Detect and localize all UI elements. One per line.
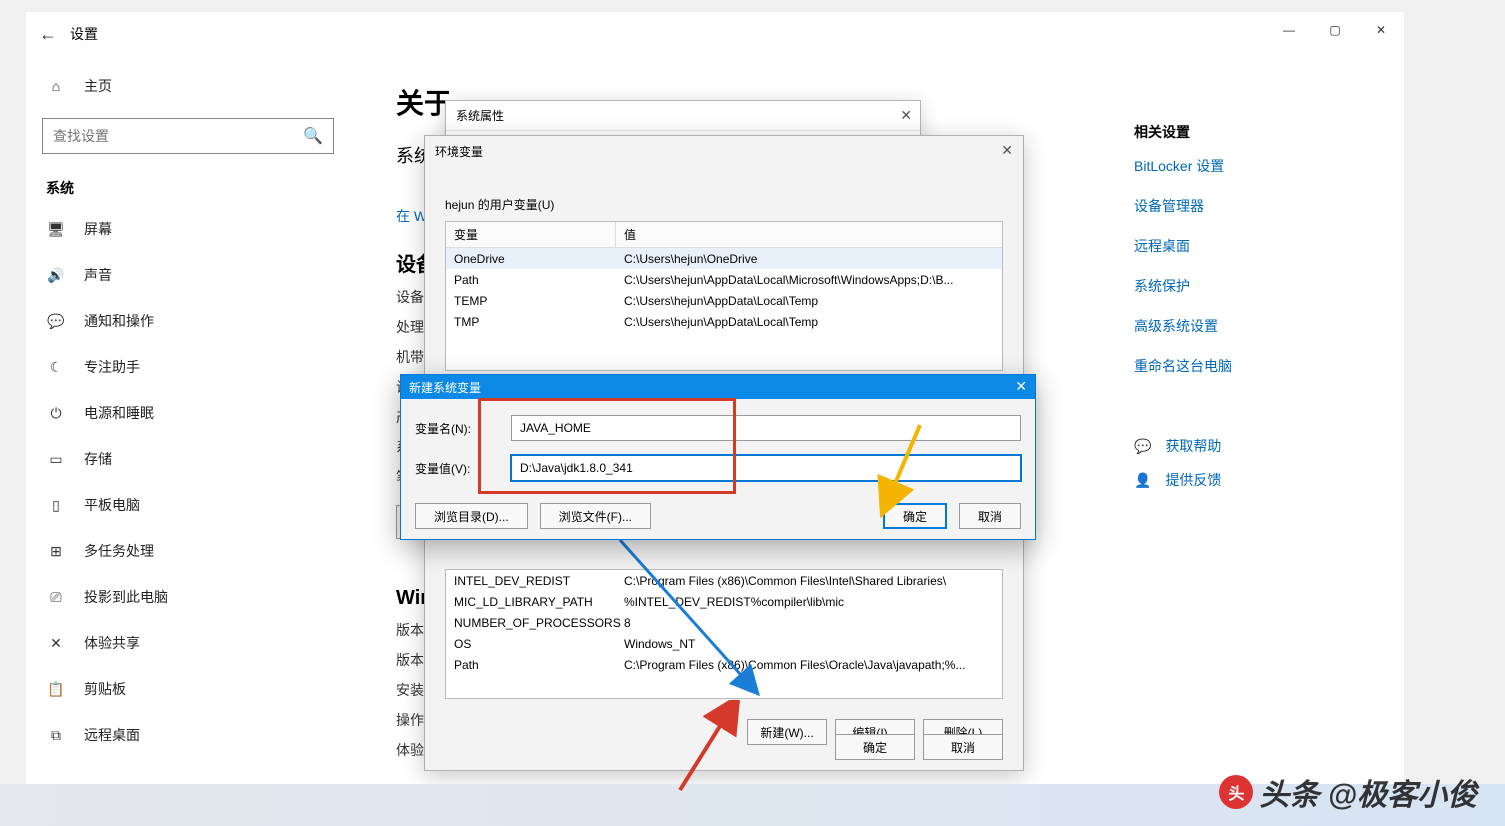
- nav-label: 屏幕: [84, 219, 112, 239]
- minimize-button[interactable]: —: [1266, 12, 1312, 48]
- window-title: 设置: [70, 24, 98, 44]
- watermark: 头 头条 @极客小俊: [1219, 770, 1477, 814]
- nav-label: 投影到此电脑: [84, 587, 168, 607]
- envvars-title: 环境变量: [425, 136, 1023, 166]
- tablet-icon: ▯: [46, 497, 66, 514]
- var-name-label: 变量名(N):: [415, 420, 511, 437]
- sidebar: ⌂ 主页 🔍 系统 🖥 屏幕 🔊 声音 💬 通知和操作 ☾ 专注助手 ⏻ 电源和睡眠 ▭ 存储 ▯ 平板电…: [26, 56, 350, 768]
- feedback-link[interactable]: 👤提供反馈: [1134, 470, 1364, 490]
- table-header: 变量 值: [446, 222, 1002, 248]
- help-icon: 💬: [1134, 438, 1151, 455]
- get-help-link[interactable]: 💬获取帮助: [1134, 436, 1364, 456]
- nav-label: 远程桌面: [84, 725, 140, 745]
- sysprops-title: 系统属性: [446, 101, 920, 131]
- sysprops-close[interactable]: ✕: [900, 107, 912, 124]
- nav-label: 多任务处理: [84, 541, 154, 561]
- nav-label: 平板电脑: [84, 495, 140, 515]
- related-link[interactable]: BitLocker 设置: [1134, 156, 1364, 176]
- watermark-logo: 头: [1219, 775, 1253, 809]
- newvar-ok-button[interactable]: 确定: [883, 503, 947, 529]
- var-name-input[interactable]: [511, 415, 1021, 441]
- related-panel: 相关设置 BitLocker 设置设备管理器远程桌面系统保护高级系统设置重命名这…: [1134, 122, 1364, 504]
- nav-label: 存储: [84, 449, 112, 469]
- moon-icon: ☾: [46, 359, 66, 376]
- nav-item-tablet[interactable]: ▯ 平板电脑: [26, 482, 350, 528]
- nav-label: 通知和操作: [84, 311, 154, 331]
- monitor-icon: 🖥: [46, 221, 66, 238]
- storage-icon: ▭: [46, 451, 66, 468]
- multitask-icon: ⊞: [46, 543, 66, 560]
- envvars-cancel[interactable]: 取消: [923, 734, 1003, 760]
- user-vars-table[interactable]: 变量 值 OneDriveC:\Users\hejun\OneDrivePath…: [445, 221, 1003, 371]
- project-icon: ⎚: [46, 589, 66, 606]
- new-variable-dialog: 新建系统变量 ✕ 变量名(N): 变量值(V): 浏览目录(D)... 浏览文件…: [400, 374, 1036, 540]
- user-vars-label: hejun 的用户变量(U): [425, 166, 1023, 219]
- envvars-close[interactable]: ✕: [1001, 142, 1013, 159]
- nav-item-sound[interactable]: 🔊 声音: [26, 252, 350, 298]
- remote-icon: ⧉: [46, 727, 66, 744]
- table-row[interactable]: OneDriveC:\Users\hejun\OneDrive: [446, 248, 1002, 269]
- var-value-label: 变量值(V):: [415, 460, 511, 477]
- power-icon: ⏻: [46, 405, 66, 422]
- table-row[interactable]: PathC:\Users\hejun\AppData\Local\Microso…: [446, 269, 1002, 290]
- nav-label: 声音: [84, 265, 112, 285]
- related-link[interactable]: 设备管理器: [1134, 196, 1364, 216]
- nav-item-project[interactable]: ⎚ 投影到此电脑: [26, 574, 350, 620]
- table-row[interactable]: PathC:\Program Files (x86)\Common Files\…: [446, 654, 1002, 675]
- browse-dir-button[interactable]: 浏览目录(D)...: [415, 503, 528, 529]
- search-input[interactable]: [53, 128, 303, 144]
- newvar-cancel-button[interactable]: 取消: [959, 503, 1021, 529]
- nav-label: 专注助手: [84, 357, 140, 377]
- search-box[interactable]: 🔍: [42, 118, 334, 154]
- home-icon: ⌂: [46, 78, 66, 94]
- notify-icon: 💬: [46, 313, 66, 330]
- nav-item-remote[interactable]: ⧉ 远程桌面: [26, 712, 350, 758]
- maximize-button[interactable]: ▢: [1312, 12, 1358, 48]
- close-button[interactable]: ✕: [1358, 12, 1404, 48]
- envvars-ok[interactable]: 确定: [835, 734, 915, 760]
- related-link[interactable]: 远程桌面: [1134, 236, 1364, 256]
- section-header: 系统: [26, 172, 350, 206]
- feedback-icon: 👤: [1134, 472, 1151, 489]
- table-row[interactable]: TMPC:\Users\hejun\AppData\Local\Temp: [446, 311, 1002, 332]
- envvars-footer: 确定 取消: [815, 724, 1023, 770]
- nav-item-monitor[interactable]: 🖥 屏幕: [26, 206, 350, 252]
- nav-item-multitask[interactable]: ⊞ 多任务处理: [26, 528, 350, 574]
- browse-file-button[interactable]: 浏览文件(F)...: [540, 503, 651, 529]
- table-row[interactable]: OSWindows_NT: [446, 633, 1002, 654]
- nav-item-clipboard[interactable]: 📋 剪贴板: [26, 666, 350, 712]
- search-icon: 🔍: [303, 126, 323, 146]
- related-link[interactable]: 重命名这台电脑: [1134, 356, 1364, 376]
- home-nav[interactable]: ⌂ 主页: [26, 66, 350, 106]
- table-row[interactable]: INTEL_DEV_REDISTC:\Program Files (x86)\C…: [446, 570, 1002, 591]
- nav-item-storage[interactable]: ▭ 存储: [26, 436, 350, 482]
- sound-icon: 🔊: [46, 267, 66, 284]
- nav-label: 体验共享: [84, 633, 140, 653]
- nav-item-share[interactable]: ✕ 体验共享: [26, 620, 350, 666]
- home-label: 主页: [84, 76, 112, 96]
- system-vars-table[interactable]: INTEL_DEV_REDISTC:\Program Files (x86)\C…: [445, 569, 1003, 699]
- clipboard-icon: 📋: [46, 681, 66, 698]
- nav-label: 剪贴板: [84, 679, 126, 699]
- nav-item-notify[interactable]: 💬 通知和操作: [26, 298, 350, 344]
- related-header: 相关设置: [1134, 122, 1364, 142]
- table-row[interactable]: NUMBER_OF_PROCESSORS8: [446, 612, 1002, 633]
- table-row[interactable]: MIC_LD_LIBRARY_PATH%INTEL_DEV_REDIST%com…: [446, 591, 1002, 612]
- table-row[interactable]: TEMPC:\Users\hejun\AppData\Local\Temp: [446, 290, 1002, 311]
- nav-label: 电源和睡眠: [84, 403, 154, 423]
- var-value-input[interactable]: [511, 455, 1021, 481]
- nav-item-power[interactable]: ⏻ 电源和睡眠: [26, 390, 350, 436]
- back-button[interactable]: ←: [26, 24, 70, 45]
- related-link[interactable]: 系统保护: [1134, 276, 1364, 296]
- nav-item-moon[interactable]: ☾ 专注助手: [26, 344, 350, 390]
- newvar-title: 新建系统变量: [401, 375, 1035, 399]
- share-icon: ✕: [46, 635, 66, 652]
- related-link[interactable]: 高级系统设置: [1134, 316, 1364, 336]
- newvar-close[interactable]: ✕: [1015, 378, 1027, 395]
- titlebar: ← 设置: [26, 12, 1404, 56]
